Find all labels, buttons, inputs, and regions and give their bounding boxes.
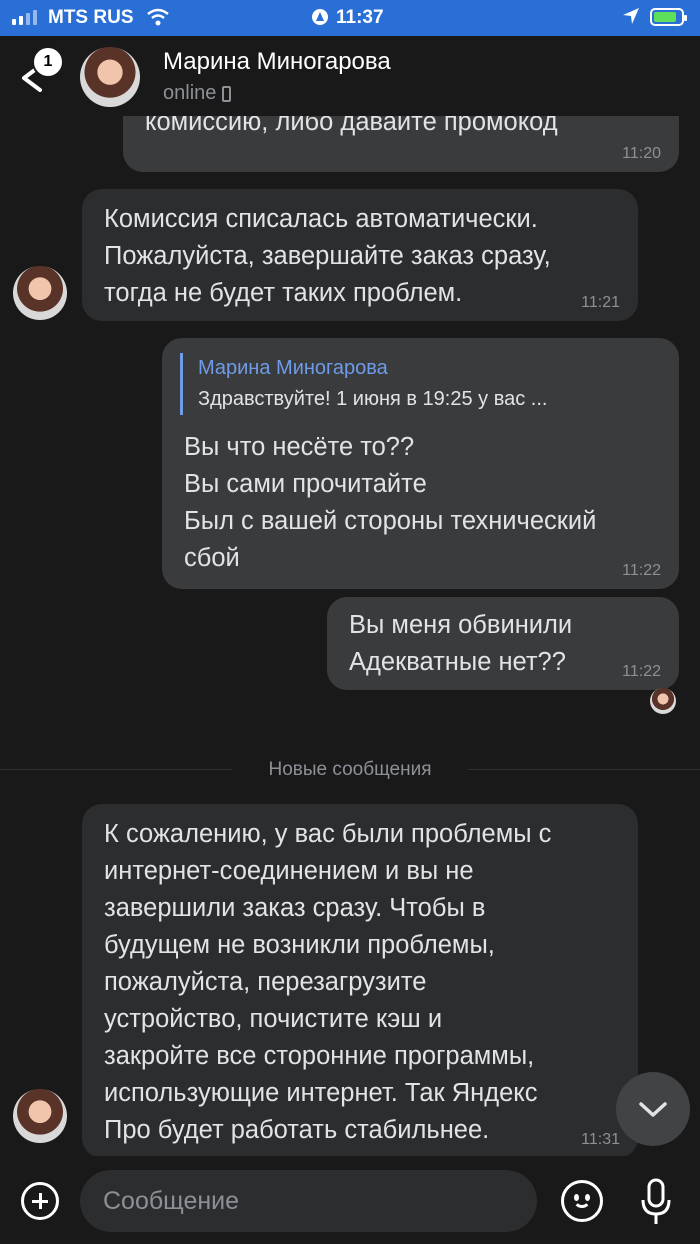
clock: 11:37: [312, 7, 384, 29]
composer-bar: Сообщение: [0, 1156, 700, 1244]
contact-name[interactable]: Марина Миногарова: [163, 48, 391, 76]
reply-text: Здравствуйте! 1 июня в 19:25 у вас ...: [198, 388, 548, 410]
message-line: будущем не возникли проблемы,: [104, 931, 495, 959]
message-line: использующие интернет. Так Яндекс: [104, 1079, 538, 1107]
emoji-button[interactable]: [561, 1180, 603, 1222]
alarm-icon: [312, 9, 328, 25]
read-receipt-avatar: [650, 688, 676, 714]
message-line: тогда не будет таких проблем.: [104, 279, 463, 307]
smile-icon-mouth: [573, 1197, 591, 1208]
message-line: завершили заказ сразу. Чтобы в: [104, 894, 486, 922]
wifi-icon: [146, 7, 170, 33]
unread-badge: 1: [32, 46, 64, 78]
message-bubble[interactable]: К сожалению, у вас были проблемы с интер…: [82, 804, 638, 1158]
microphone-button[interactable]: [640, 1176, 672, 1228]
mobile-device-icon: [222, 86, 232, 102]
message-time: 11:31: [581, 1131, 620, 1148]
status-text: online: [163, 82, 217, 104]
clock-time: 11:37: [336, 7, 384, 28]
contact-status: online: [163, 82, 232, 105]
divider-label: Новые сообщения: [268, 759, 432, 780]
location-icon: [622, 7, 640, 31]
message-line: пожалуйста, перезагрузите: [104, 968, 427, 996]
message-line: Адекватные нет??: [349, 648, 566, 676]
contact-avatar[interactable]: [80, 47, 140, 107]
reply-author: Марина Миногарова: [198, 357, 388, 379]
new-messages-divider: Новые сообщения: [0, 756, 700, 784]
message-bubble[interactable]: Комиссия списалась автоматически. Пожалу…: [82, 189, 638, 321]
message-bubble[interactable]: Марина Миногарова Здравствуйте! 1 июня в…: [162, 338, 679, 589]
message-line: Комиссия списалась автоматически.: [104, 205, 538, 233]
message-time: 11:22: [622, 562, 661, 579]
message-line: интернет-соединением и вы не: [104, 857, 474, 885]
message-bubble[interactable]: Вы меня обвинили Адекватные нет?? 11:22: [327, 597, 679, 690]
microphone-icon: [641, 1178, 671, 1224]
message-line: сбой: [184, 544, 240, 572]
message-time: 11:22: [622, 663, 661, 680]
reply-quote[interactable]: Марина Миногарова Здравствуйте! 1 июня в…: [180, 353, 657, 415]
message-line: Про будет работать стабильнее.: [104, 1116, 490, 1144]
message-line: Вы что несёте то??: [184, 433, 415, 461]
message-line: устройство, почистите кэш и: [104, 1005, 443, 1033]
message-line: Пожалуйста, завершайте заказ сразу,: [104, 242, 551, 270]
message-line: Вы сами прочитайте: [184, 470, 427, 498]
sender-avatar[interactable]: [13, 1089, 67, 1143]
message-line: Вы меня обвинили: [349, 611, 573, 639]
message-line: Был с вашей стороны технический: [184, 507, 597, 535]
message-line: закройте все сторонние программы,: [104, 1042, 535, 1070]
battery-icon: [650, 8, 687, 26]
message-input[interactable]: Сообщение: [80, 1170, 537, 1232]
scroll-down-button[interactable]: [616, 1072, 690, 1146]
status-bar: MTS RUS 11:37: [0, 0, 700, 36]
message-line: К сожалению, у вас были проблемы с: [104, 820, 552, 848]
carrier-name: MTS RUS: [48, 7, 134, 28]
chevron-down-icon: [639, 1102, 667, 1117]
back-button[interactable]: 1: [18, 46, 64, 98]
chat-header: 1 Марина Миногарова online: [0, 36, 700, 116]
signal-icon: [12, 10, 37, 25]
message-time: 11:20: [622, 145, 661, 162]
sender-avatar[interactable]: [13, 266, 67, 320]
message-time: 11:21: [581, 294, 620, 311]
attach-button[interactable]: [21, 1182, 59, 1220]
